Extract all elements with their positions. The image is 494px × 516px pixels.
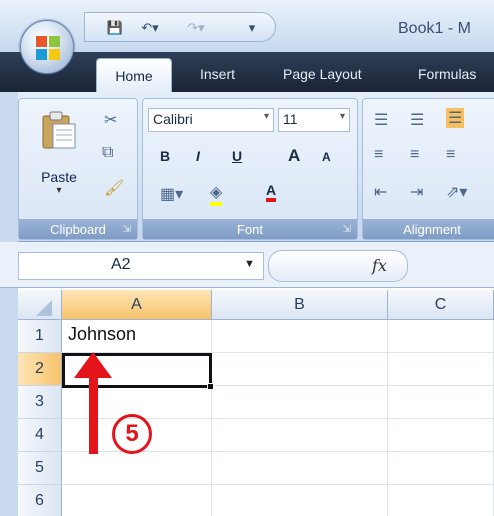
save-icon[interactable]: 💾 <box>105 17 125 39</box>
cell-b2[interactable] <box>212 353 388 386</box>
shrink-font-button[interactable]: A <box>322 150 331 164</box>
office-button[interactable] <box>20 20 74 74</box>
row-header-3[interactable]: 3 <box>18 386 62 419</box>
column-header-a[interactable]: A <box>62 290 212 320</box>
cell-b6[interactable] <box>212 485 388 516</box>
redo-icon[interactable]: ↷▾ <box>179 17 213 39</box>
font-size-combo[interactable]: 11 ▾ <box>278 108 350 132</box>
cell-c4[interactable] <box>388 419 494 452</box>
step-number-badge: 5 <box>112 414 152 454</box>
cell-a5[interactable] <box>62 452 212 485</box>
fill-handle[interactable] <box>207 383 214 390</box>
tab-formulas[interactable]: Formulas <box>418 66 476 82</box>
row-header-5[interactable]: 5 <box>18 452 62 485</box>
align-top-icon[interactable]: ☰ <box>374 110 388 130</box>
bold-button[interactable]: B <box>160 148 170 164</box>
align-middle-icon[interactable]: ☰ <box>410 110 424 130</box>
chevron-down-icon[interactable]: ▼ <box>244 258 255 270</box>
window-left-edge <box>0 92 18 516</box>
tab-page-layout[interactable]: Page Layout <box>283 66 362 82</box>
column-header-c[interactable]: C <box>388 290 494 320</box>
alignment-group-label: Alignment <box>363 219 494 239</box>
column-header-b[interactable]: B <box>212 290 388 320</box>
row-header-1[interactable]: 1 <box>18 320 62 353</box>
borders-icon[interactable]: ▦▾ <box>160 184 183 204</box>
orientation-icon[interactable]: ⇗▾ <box>446 182 467 202</box>
cell-c1[interactable] <box>388 320 494 353</box>
cell-c5[interactable] <box>388 452 494 485</box>
dialog-launcher-icon[interactable]: ⇲ <box>123 224 131 235</box>
cell-b1[interactable] <box>212 320 388 353</box>
tab-insert[interactable]: Insert <box>200 66 235 82</box>
quick-access-toolbar: 💾 ↶▾ ↷▾ ▾ <box>84 12 276 42</box>
underline-button[interactable]: U <box>232 148 242 164</box>
name-box[interactable]: A2 <box>18 252 264 280</box>
align-left-icon[interactable]: ≡ <box>374 146 383 164</box>
cell-c6[interactable] <box>388 485 494 516</box>
customize-qat-icon[interactable]: ▾ <box>245 17 259 39</box>
insert-function-icon[interactable]: fx <box>372 256 387 275</box>
select-all-button[interactable] <box>18 290 62 320</box>
row-header-2[interactable]: 2 <box>18 353 62 386</box>
align-right-icon[interactable]: ≡ <box>446 146 455 164</box>
clipboard-group-label: Clipboard ⇲ <box>19 219 137 239</box>
office-logo-icon <box>36 36 60 60</box>
undo-icon[interactable]: ↶▾ <box>135 17 165 39</box>
chevron-down-icon: ▾ <box>339 111 345 122</box>
font-group-label: Font ⇲ <box>143 219 357 239</box>
row-header-4[interactable]: 4 <box>18 419 62 452</box>
annotation-arrow-shaft <box>89 372 98 454</box>
row-header-6[interactable]: 6 <box>18 485 62 516</box>
decrease-indent-icon[interactable]: ⇤ <box>374 182 387 202</box>
grow-font-button[interactable]: A <box>288 146 300 166</box>
cell-c3[interactable] <box>388 386 494 419</box>
chevron-down-icon: ▾ <box>263 111 269 122</box>
cell-a6[interactable] <box>62 485 212 516</box>
dialog-launcher-icon[interactable]: ⇲ <box>343 224 351 235</box>
font-size-value: 11 <box>283 111 298 127</box>
paste-label: Paste <box>41 169 77 185</box>
align-center-icon[interactable]: ≡ <box>410 146 419 164</box>
cell-a1[interactable]: Johnson <box>62 320 212 353</box>
fill-color-icon[interactable]: ◈ <box>210 182 223 206</box>
format-painter-icon[interactable]: 🖌 <box>104 178 124 198</box>
paste-dropdown-icon[interactable]: ▾ <box>28 185 90 196</box>
tab-home[interactable]: Home <box>96 58 172 92</box>
paste-button[interactable]: Paste ▾ <box>28 106 90 206</box>
cell-b4[interactable] <box>212 419 388 452</box>
cell-b5[interactable] <box>212 452 388 485</box>
annotation-arrow-head <box>74 352 112 378</box>
formula-bar-expander[interactable] <box>268 250 408 282</box>
copy-icon[interactable]: ⧉ <box>102 144 113 162</box>
cut-icon[interactable]: ✂ <box>104 110 117 130</box>
align-bottom-icon[interactable]: ☰ <box>446 108 465 128</box>
increase-indent-icon[interactable]: ⇥ <box>410 182 423 202</box>
italic-button[interactable]: I <box>196 148 200 164</box>
font-name-combo[interactable]: Calibri ▾ <box>148 108 274 132</box>
font-name-value: Calibri <box>153 111 193 127</box>
window-title: Book1 - M <box>398 20 471 37</box>
clipboard-icon <box>42 111 76 149</box>
font-color-button[interactable]: A <box>266 182 277 202</box>
cell-b3[interactable] <box>212 386 388 419</box>
cell-c2[interactable] <box>388 353 494 386</box>
